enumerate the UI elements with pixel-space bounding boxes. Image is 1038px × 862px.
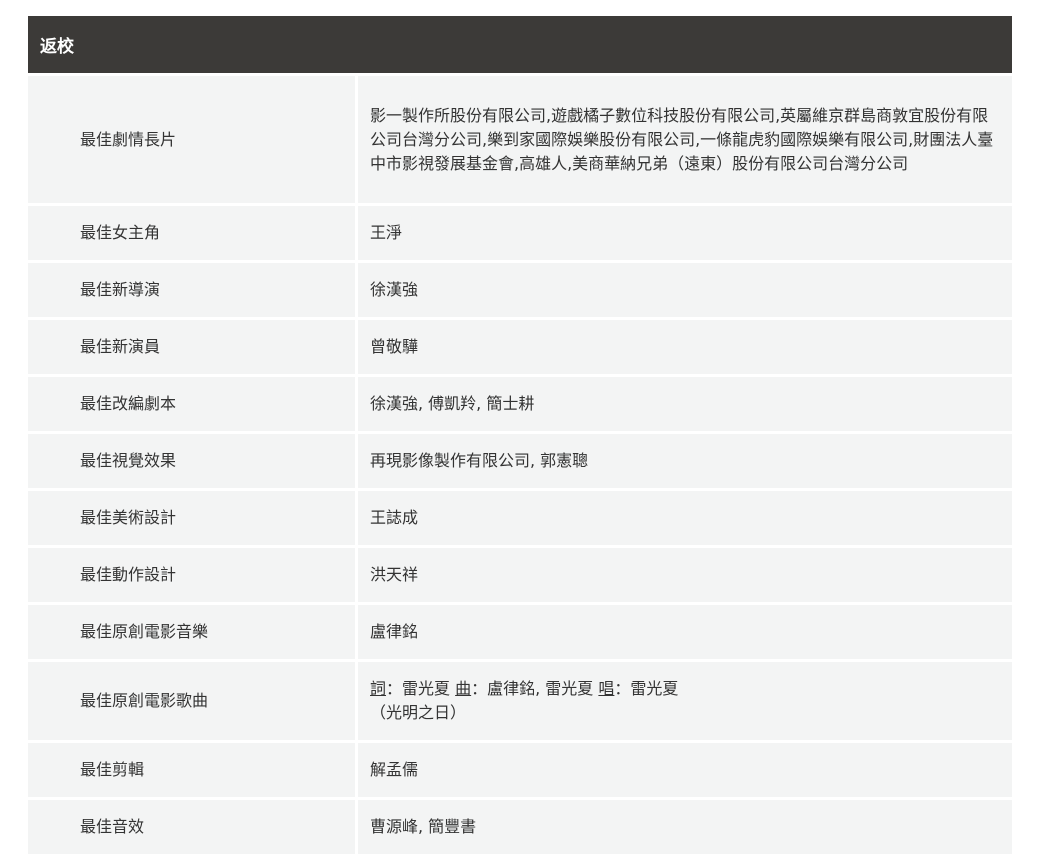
- lyrics-credit: ：雷光夏: [386, 679, 456, 698]
- award-winner: 王誌成: [355, 491, 1012, 545]
- award-name: 最佳女主角: [28, 206, 355, 260]
- vocal-credit: ：雷光夏: [614, 679, 679, 698]
- table-row: 最佳美術設計 王誌成: [28, 491, 1012, 545]
- award-name: 最佳劇情長片: [28, 76, 355, 203]
- music-label: 曲: [455, 679, 472, 698]
- table-row: 最佳音效 曹源峰, 簡豐書: [28, 800, 1012, 854]
- table-row: 最佳原創電影歌曲 詞：雷光夏 曲：盧律銘, 雷光夏 唱：雷光夏 （光明之日）: [28, 662, 1012, 740]
- award-name: 最佳原創電影音樂: [28, 605, 355, 659]
- award-name: 最佳動作設計: [28, 548, 355, 602]
- award-name: 最佳剪輯: [28, 743, 355, 797]
- table-row: 最佳視覺效果 再現影像製作有限公司, 郭憲聰: [28, 434, 1012, 488]
- table-row: 最佳新導演 徐漢強: [28, 263, 1012, 317]
- award-winner: 盧律銘: [355, 605, 1012, 659]
- table-row: 最佳劇情長片 影一製作所股份有限公司,遊戲橘子數位科技股份有限公司,英屬維京群島…: [28, 76, 1012, 203]
- award-name: 最佳音效: [28, 800, 355, 854]
- award-winner: 洪天祥: [355, 548, 1012, 602]
- award-name: 最佳新導演: [28, 263, 355, 317]
- award-winner: 影一製作所股份有限公司,遊戲橘子數位科技股份有限公司,英屬維京群島商敦宜股份有限…: [355, 76, 1012, 203]
- award-winner: 徐漢強: [355, 263, 1012, 317]
- award-name: 最佳新演員: [28, 320, 355, 374]
- award-name: 最佳美術設計: [28, 491, 355, 545]
- award-winner: 再現影像製作有限公司, 郭憲聰: [355, 434, 1012, 488]
- song-credits: 詞：雷光夏 曲：盧律銘, 雷光夏 唱：雷光夏 （光明之日）: [355, 662, 1012, 740]
- award-name: 最佳原創電影歌曲: [28, 662, 355, 740]
- table-row: 最佳剪輯 解孟儒: [28, 743, 1012, 797]
- award-winner: 徐漢強, 傅凱羚, 簡士耕: [355, 377, 1012, 431]
- awards-table: 最佳劇情長片 影一製作所股份有限公司,遊戲橘子數位科技股份有限公司,英屬維京群島…: [28, 73, 1012, 857]
- award-winner: 曾敬驊: [355, 320, 1012, 374]
- table-row: 最佳女主角 王淨: [28, 206, 1012, 260]
- section-title: 返校: [40, 37, 74, 57]
- table-row: 最佳動作設計 洪天祥: [28, 548, 1012, 602]
- song-title: （光明之日）: [370, 703, 467, 722]
- award-name: 最佳視覺效果: [28, 434, 355, 488]
- award-winner: 曹源峰, 簡豐書: [355, 800, 1012, 854]
- vocal-label: 唱: [598, 679, 615, 698]
- awards-panel: 返校 最佳劇情長片 影一製作所股份有限公司,遊戲橘子數位科技股份有限公司,英屬維…: [28, 16, 1012, 857]
- award-winner: 解孟儒: [355, 743, 1012, 797]
- song-credit-line: 詞：雷光夏 曲：盧律銘, 雷光夏 唱：雷光夏: [370, 677, 998, 701]
- award-winner: 王淨: [355, 206, 1012, 260]
- lyrics-label: 詞: [370, 679, 387, 698]
- table-row: 最佳原創電影音樂 盧律銘: [28, 605, 1012, 659]
- music-credit: ：盧律銘, 雷光夏: [471, 679, 599, 698]
- table-row: 最佳改編劇本 徐漢強, 傅凱羚, 簡士耕: [28, 377, 1012, 431]
- award-name: 最佳改編劇本: [28, 377, 355, 431]
- section-header: 返校: [28, 16, 1012, 73]
- table-row: 最佳新演員 曾敬驊: [28, 320, 1012, 374]
